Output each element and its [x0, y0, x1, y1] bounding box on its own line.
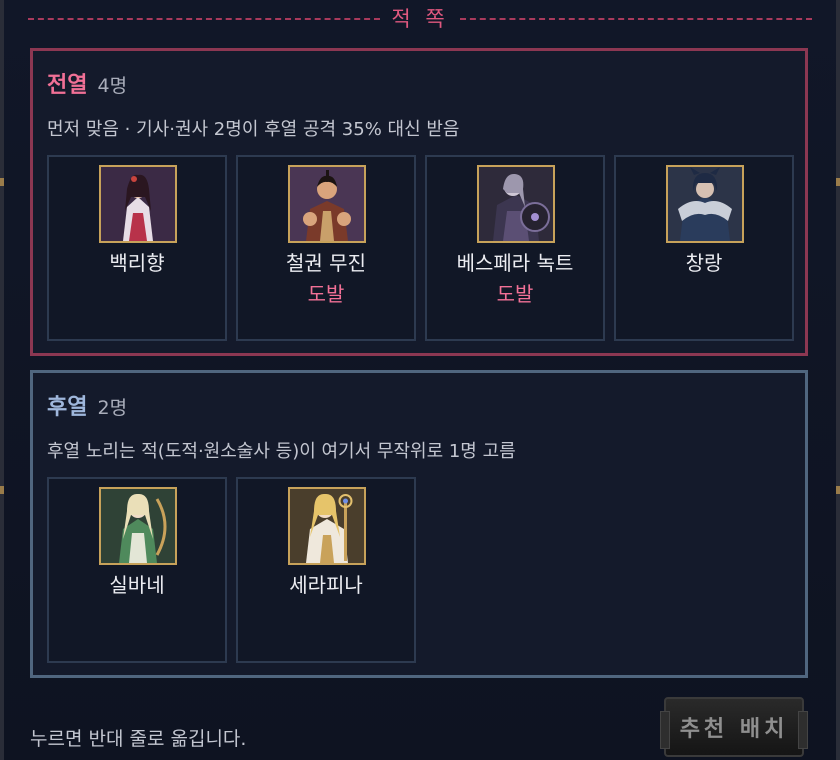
unit-slot-vespera-nocte[interactable]: 베스페라 녹트 도발 [425, 155, 605, 341]
edge-rivet [0, 486, 4, 494]
front-row-heading: 전열 4명 [47, 67, 127, 99]
front-row-description: 먼저 맞음 · 기사·권사 2명이 후열 공격 35% 대신 받음 [47, 119, 460, 140]
recommend-formation-button[interactable]: 추천 배치 [660, 697, 808, 757]
unit-slot-silvane[interactable]: 실바네 [47, 477, 227, 663]
unit-name: 실바네 [109, 573, 165, 597]
unit-status-tag: 도발 [496, 282, 534, 306]
footer-hint: 누르면 반대 줄로 옮깁니다. [30, 728, 247, 750]
unit-name: 백리향 [109, 251, 165, 275]
unit-name: 창랑 [685, 251, 723, 275]
unit-name: 세라피나 [289, 573, 363, 597]
unit-slot-changrang[interactable]: 창랑 [614, 155, 794, 341]
unit-slot-serafina[interactable]: 세라피나 [236, 477, 416, 663]
dark-knight-portrait-icon [477, 165, 555, 243]
back-row-name: 후열 [47, 395, 88, 420]
button-left-cap [660, 711, 670, 749]
unit-name: 베스페라 녹트 [456, 251, 574, 275]
back-row-heading: 후열 2명 [47, 389, 127, 421]
front-row-name: 전열 [47, 73, 88, 98]
back-row-panel: 후열 2명 후열 노리는 적(도적·원소술사 등)이 여기서 무작위로 1명 고름… [30, 370, 808, 678]
window-left-edge [0, 0, 4, 760]
button-right-cap [798, 711, 808, 749]
header-divider-right [460, 18, 812, 20]
enemy-side-header: 적 쪽 [28, 0, 812, 34]
priestess-portrait-icon [288, 487, 366, 565]
enemy-side-title: 적 쪽 [391, 7, 449, 31]
edge-rivet [0, 178, 4, 186]
formation-window: 적 쪽 전열 4명 먼저 맞음 · 기사·권사 2명이 후열 공격 35% 대신 … [0, 0, 840, 760]
elf-archer-portrait-icon [99, 487, 177, 565]
swordswoman-portrait-icon [99, 165, 177, 243]
edge-rivet [836, 486, 840, 494]
back-row-description: 후열 노리는 적(도적·원소술사 등)이 여기서 무작위로 1명 고름 [47, 441, 516, 462]
unit-slot-mujin[interactable]: 철권 무진 도발 [236, 155, 416, 341]
edge-rivet [836, 178, 840, 186]
unit-status-tag: 도발 [307, 282, 345, 306]
recommend-formation-label: 추천 배치 [679, 717, 789, 742]
unit-slot-baekrihyang[interactable]: 백리향 [47, 155, 227, 341]
back-row-count: 2명 [97, 397, 128, 419]
front-row-panel: 전열 4명 먼저 맞음 · 기사·권사 2명이 후열 공격 35% 대신 받음 백… [30, 48, 808, 356]
window-right-edge [836, 0, 840, 760]
wolf-warrior-portrait-icon [666, 165, 744, 243]
front-row-count: 4명 [97, 75, 128, 97]
fist-fighter-portrait-icon [288, 165, 366, 243]
header-divider-left [28, 18, 380, 20]
unit-name: 철권 무진 [286, 251, 366, 275]
